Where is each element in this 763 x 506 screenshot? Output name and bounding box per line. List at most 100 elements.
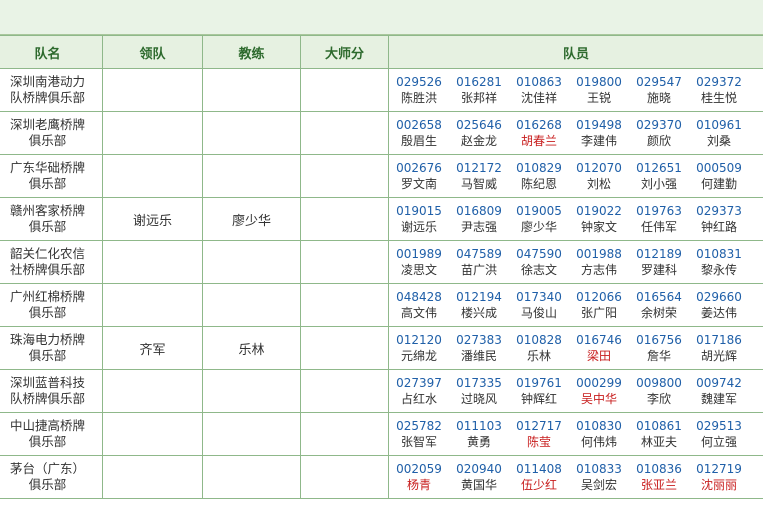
member-name: 钟辉红 [520, 392, 557, 406]
team-name-cell: 韶关仁化农信 社桥牌俱乐部 [0, 240, 103, 284]
member-name: 马智威 [460, 177, 497, 191]
member-name: 凌思文 [400, 263, 437, 277]
member-id: 012717 [516, 419, 562, 433]
table-row: 广东华础桥牌 俱乐部 002676 012172 010829 012070 012651 0… [0, 154, 763, 198]
table-body: 深圳南港动力 队桥牌俱乐部 029526 016281 010863 019800 0295… [0, 68, 763, 499]
member-name: 赵金龙 [460, 134, 497, 148]
team-name-line: 韶关仁化农信 [9, 246, 85, 261]
members-grid: 019015 016809 019005 019022 019763 029373 谢远乐 尹… [389, 203, 763, 235]
member-name: 王锐 [586, 91, 611, 105]
members-cell: 025782 011103 012717 010830 010861 029513 张智军 黄… [388, 412, 763, 456]
member-id: 000299 [576, 376, 622, 390]
top-bar [0, 0, 763, 35]
header-master-points: 大师分 [300, 35, 389, 69]
member-name: 詹华 [646, 349, 671, 363]
member-id: 010831 [696, 247, 742, 261]
member-name: 高文伟 [400, 306, 437, 320]
table-row: 深圳南港动力 队桥牌俱乐部 029526 016281 010863 019800 0295… [0, 68, 763, 112]
team-name-cell: 深圳蓝普科技 队桥牌俱乐部 [0, 369, 103, 413]
member-name: 颜欣 [646, 134, 671, 148]
team-name-line: 中山捷高桥牌 [9, 418, 85, 433]
member-id: 002658 [396, 118, 442, 132]
header-members: 队员 [388, 35, 763, 69]
team-name-line: 队桥牌俱乐部 [9, 391, 85, 406]
master-points-cell [300, 197, 389, 241]
coach-cell: 乐林 [202, 326, 301, 370]
member-name: 刘桑 [706, 134, 731, 148]
member-id: 016268 [516, 118, 562, 132]
members-grid: 025782 011103 012717 010830 010861 029513 张智军 黄… [389, 418, 763, 450]
team-name-cell: 广东华础桥牌 俱乐部 [0, 154, 103, 198]
members-cell: 019015 016809 019005 019022 019763 029373 谢远乐 尹… [388, 197, 763, 241]
member-name: 钟红路 [700, 220, 737, 234]
member-name: 吴中华 [580, 392, 617, 406]
member-id: 029660 [696, 290, 742, 304]
member-name: 吴剑宏 [580, 478, 617, 492]
member-id: 012066 [576, 290, 622, 304]
member-id: 029526 [396, 75, 442, 89]
member-id: 002676 [396, 161, 442, 175]
table-row: 茅台（广东） 俱乐部 002059 020940 011408 010833 010836 0… [0, 455, 763, 499]
member-name: 张亚兰 [640, 478, 677, 492]
team-name-line: 深圳老鹰桥牌 [9, 117, 85, 132]
member-name: 伍少红 [520, 478, 557, 492]
member-id: 019763 [636, 204, 682, 218]
leader-cell [102, 68, 203, 112]
member-name: 苗广洪 [460, 263, 497, 277]
members-grid: 048428 012194 017340 012066 016564 029660 高文伟 楼… [389, 289, 763, 321]
member-name: 胡光辉 [700, 349, 737, 363]
header-coach: 教练 [202, 35, 301, 69]
team-name-line: 深圳蓝普科技 [9, 375, 85, 390]
member-name: 胡春兰 [520, 134, 557, 148]
member-id: 017340 [516, 290, 562, 304]
member-id: 016746 [576, 333, 622, 347]
member-id: 016281 [456, 75, 502, 89]
members-grid: 002059 020940 011408 010833 010836 012719 杨青 黄国… [389, 461, 763, 493]
member-name: 楼兴成 [460, 306, 497, 320]
member-name: 黎永传 [700, 263, 737, 277]
team-name-cell: 深圳老鹰桥牌 俱乐部 [0, 111, 103, 155]
member-name: 姜达伟 [700, 306, 737, 320]
member-id: 017335 [456, 376, 502, 390]
member-id: 029372 [696, 75, 742, 89]
coach-cell [202, 68, 301, 112]
team-name-line: 俱乐部 [28, 219, 67, 234]
team-name-cell: 茅台（广东） 俱乐部 [0, 455, 103, 499]
coach-cell [202, 111, 301, 155]
member-id: 048428 [396, 290, 442, 304]
member-id: 012189 [636, 247, 682, 261]
coach-cell [202, 240, 301, 284]
team-name-line: 俱乐部 [28, 133, 67, 148]
member-id: 016809 [456, 204, 502, 218]
leader-cell [102, 455, 203, 499]
member-name: 沈丽丽 [700, 478, 737, 492]
member-id: 010830 [576, 419, 622, 433]
member-id: 001988 [576, 247, 622, 261]
master-points-cell [300, 68, 389, 112]
member-name: 张智军 [400, 435, 437, 449]
member-id: 019005 [516, 204, 562, 218]
member-name: 廖少华 [520, 220, 557, 234]
member-id: 012120 [396, 333, 442, 347]
team-name-cell: 赣州客家桥牌 俱乐部 [0, 197, 103, 241]
coach-cell [202, 369, 301, 413]
table-row: 赣州客家桥牌 俱乐部 谢远乐 廖少华 019015 016809 019005 019022 0… [0, 197, 763, 241]
member-name: 张广阳 [580, 306, 617, 320]
member-id: 027397 [396, 376, 442, 390]
team-name-cell: 深圳南港动力 队桥牌俱乐部 [0, 68, 103, 112]
table-row: 韶关仁化农信 社桥牌俱乐部 001989 047589 047590 001988 0121… [0, 240, 763, 284]
member-name: 魏建军 [700, 392, 737, 406]
team-name-cell: 珠海电力桥牌 俱乐部 [0, 326, 103, 370]
member-id: 020940 [456, 462, 502, 476]
member-name: 张邦祥 [460, 91, 497, 105]
member-id: 029370 [636, 118, 682, 132]
member-id: 027383 [456, 333, 502, 347]
master-points-cell [300, 240, 389, 284]
member-name: 李欣 [646, 392, 671, 406]
member-name: 方志伟 [580, 263, 617, 277]
master-points-cell [300, 455, 389, 499]
team-name-line: 赣州客家桥牌 [9, 203, 85, 218]
member-id: 012651 [636, 161, 682, 175]
member-id: 001989 [396, 247, 442, 261]
member-name: 殷眉生 [400, 134, 437, 148]
